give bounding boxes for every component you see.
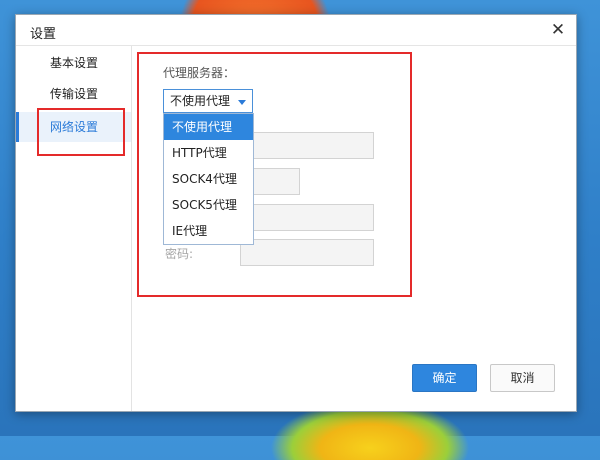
settings-dialog: 设置 ✕ 基本设置 传输设置 网络设置 代理服务器： 密码: 不使用代理 不使用…: [15, 14, 577, 412]
settings-sidebar: 基本设置 传输设置 网络设置: [16, 46, 132, 411]
chevron-down-icon: [238, 100, 246, 105]
proxy-username-field[interactable]: [240, 204, 374, 231]
cancel-button[interactable]: 取消: [490, 364, 555, 392]
proxy-server-label: 代理服务器：: [163, 66, 236, 80]
close-icon[interactable]: ✕: [546, 18, 570, 42]
password-label: 密码:: [165, 247, 194, 261]
proxy-type-select[interactable]: 不使用代理: [163, 89, 253, 113]
dropdown-option-sock5[interactable]: SOCK5代理: [164, 192, 253, 218]
sidebar-item-basic-settings[interactable]: 基本设置: [16, 48, 131, 78]
sidebar-item-transfer-settings[interactable]: 传输设置: [16, 79, 131, 109]
ok-button[interactable]: 确定: [412, 364, 477, 392]
dropdown-option-sock4[interactable]: SOCK4代理: [164, 166, 253, 192]
proxy-address-field[interactable]: [240, 132, 374, 159]
dropdown-option-no-proxy[interactable]: 不使用代理: [164, 114, 253, 140]
dialog-title: 设置: [30, 27, 57, 42]
dropdown-option-http[interactable]: HTTP代理: [164, 140, 253, 166]
highlight-box-sidebar: [37, 108, 125, 156]
proxy-type-value: 不使用代理: [170, 94, 231, 108]
dropdown-option-ie[interactable]: IE代理: [164, 218, 253, 244]
proxy-type-dropdown: 不使用代理 HTTP代理 SOCK4代理 SOCK5代理 IE代理: [163, 113, 254, 245]
proxy-password-field[interactable]: [240, 239, 374, 266]
dialog-titlebar: 设置 ✕: [16, 15, 576, 46]
